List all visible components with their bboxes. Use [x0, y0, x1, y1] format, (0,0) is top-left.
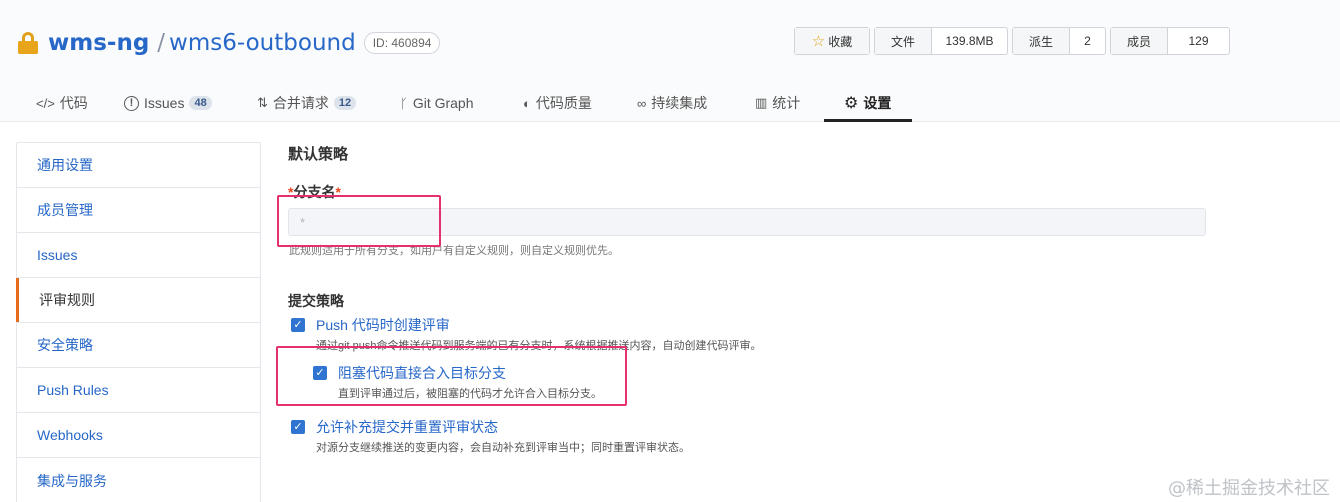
watermark: @稀土掘金技术社区: [1168, 478, 1330, 499]
tab-label: 代码质量: [535, 95, 592, 111]
gear-icon: ⚙: [844, 95, 859, 112]
lock-icon: [18, 32, 38, 54]
members-value: 129: [1167, 28, 1229, 54]
default-policy-title: 默认策略: [288, 146, 349, 163]
sidebar-item-integrations[interactable]: 集成与服务: [17, 458, 260, 502]
forks-value: 2: [1069, 28, 1105, 54]
repo-name-link[interactable]: wms6-outbound: [169, 30, 356, 56]
issue-icon: !: [124, 95, 139, 111]
git-branch-icon: ᚴ: [400, 95, 408, 111]
merge-requests-count-badge: 12: [333, 96, 357, 110]
sidebar-item-security[interactable]: 安全策略: [17, 323, 260, 368]
bar-chart-icon: ▥: [755, 95, 768, 110]
sidebar-item-general[interactable]: 通用设置: [17, 143, 260, 188]
path-separator: /: [157, 30, 166, 56]
highlight-box-branch: [277, 195, 441, 247]
highlight-box-block-merge: [276, 346, 627, 406]
tab-statistics[interactable]: ▥ 统计: [755, 84, 800, 122]
repo-header: wms-ng / wms6-outbound ID: 460894 ☆ 收藏 文…: [0, 0, 1340, 122]
option-description: 对源分支继续推送的变更内容，会自动补充到评审当中；同时重置评审状态。: [316, 442, 690, 454]
code-icon: </>: [36, 95, 55, 111]
star-group[interactable]: ☆ 收藏: [794, 27, 870, 55]
star-button[interactable]: ☆ 收藏: [795, 28, 869, 54]
shield-icon: ◐: [523, 95, 531, 111]
repo-title: wms-ng / wms6-outbound ID: 460894: [18, 28, 441, 58]
repo-stats: ☆ 收藏 文件 139.8MB 派生 2 成员 129: [794, 27, 1234, 55]
option-allow-amend-reset[interactable]: ✓ 允许补充提交并重置评审状态 对源分支继续推送的变更内容，会自动补充到评审当中…: [291, 417, 690, 455]
tab-git-graph[interactable]: ᚴ Git Graph: [400, 84, 474, 122]
checkbox-checked[interactable]: ✓: [291, 318, 305, 332]
star-label: 收藏: [828, 34, 853, 49]
active-tab-indicator: [824, 119, 912, 122]
tab-settings[interactable]: ⚙ 设置: [844, 84, 891, 122]
sidebar-item-members[interactable]: 成员管理: [17, 188, 260, 233]
sidebar-item-push-rules[interactable]: Push Rules: [17, 368, 260, 413]
checkbox-checked[interactable]: ✓: [291, 420, 305, 434]
issues-count-badge: 48: [189, 96, 212, 110]
tab-label: 设置: [863, 95, 892, 111]
repo-id-badge: ID: 460894: [363, 32, 441, 54]
tab-label: Git Graph: [412, 95, 474, 111]
repo-owner-link[interactable]: wms-ng: [48, 30, 149, 56]
sidebar-item-issues[interactable]: Issues: [17, 233, 260, 278]
files-value: 139.8MB: [931, 28, 1007, 54]
option-label[interactable]: Push 代码时创建评审: [316, 315, 762, 335]
forks-group[interactable]: 派生 2: [1012, 27, 1106, 55]
submit-policy-title: 提交策略: [288, 293, 344, 309]
members-group[interactable]: 成员 129: [1110, 27, 1230, 55]
sidebar-item-webhooks[interactable]: Webhooks: [17, 413, 260, 458]
tab-label: 合并请求: [272, 95, 329, 111]
star-icon: ☆: [811, 33, 826, 50]
files-group[interactable]: 文件 139.8MB: [874, 27, 1008, 55]
option-label[interactable]: 允许补充提交并重置评审状态: [316, 417, 690, 437]
tab-issues[interactable]: ! Issues 48: [124, 84, 212, 122]
sidebar-item-review-rules[interactable]: 评审规则: [16, 278, 260, 323]
tab-label: 统计: [772, 95, 801, 111]
files-label: 文件: [875, 28, 931, 54]
tab-merge-requests[interactable]: ⇅ 合并请求 12: [257, 84, 357, 122]
settings-sidebar: 通用设置 成员管理 Issues 评审规则 安全策略 Push Rules We…: [16, 142, 261, 502]
tab-ci[interactable]: ∞ 持续集成: [637, 84, 707, 122]
tab-code[interactable]: </> 代码: [36, 84, 88, 122]
tab-code-quality[interactable]: ◐ 代码质量: [523, 84, 592, 122]
tab-label: 代码: [59, 95, 88, 111]
forks-label: 派生: [1013, 28, 1069, 54]
repo-tabs: </> 代码 ! Issues 48 ⇅ 合并请求 12 ᚴ Git Graph…: [0, 84, 1340, 122]
merge-request-icon: ⇅: [257, 95, 268, 110]
tab-label: 持续集成: [651, 95, 708, 111]
members-label: 成员: [1111, 28, 1167, 54]
tab-label: Issues: [144, 95, 185, 111]
infinity-icon: ∞: [637, 95, 647, 111]
